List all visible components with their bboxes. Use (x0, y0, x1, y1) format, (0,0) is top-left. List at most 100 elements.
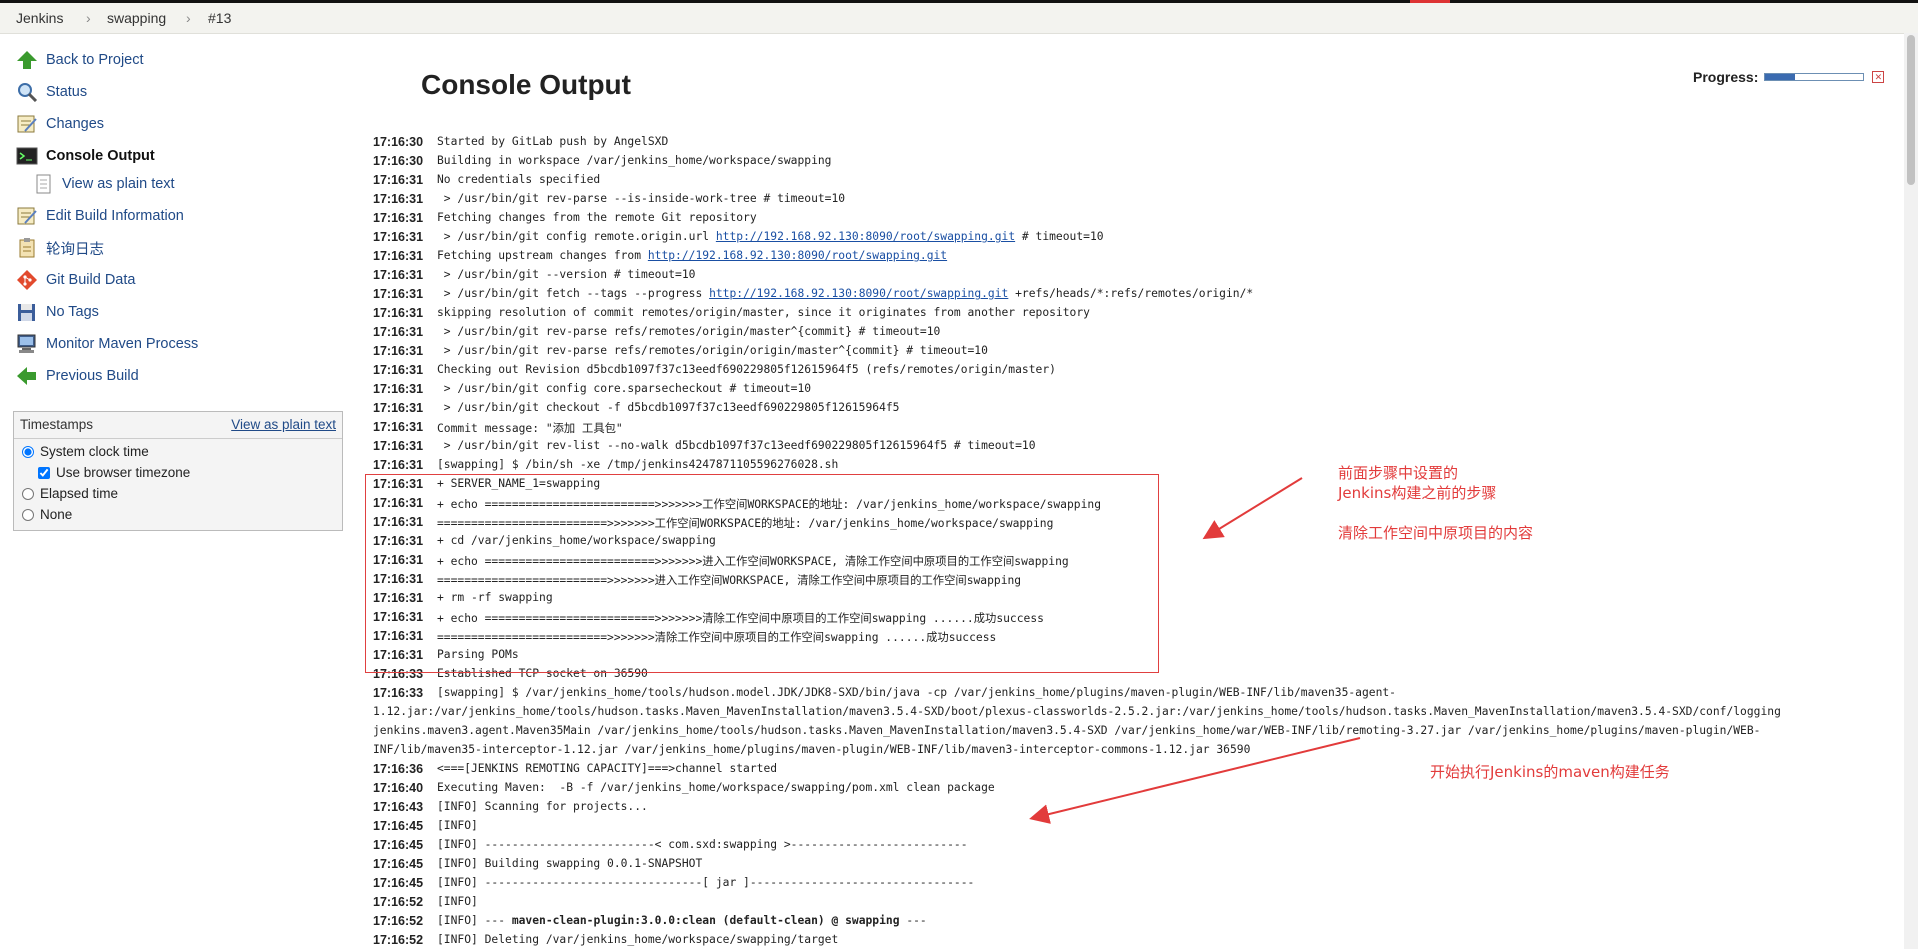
sidebar-item-back-to-project[interactable]: Back to Project (16, 48, 144, 72)
sidebar-item-status[interactable]: Status (16, 80, 87, 104)
sidebar-item-polling-log[interactable]: 轮询日志 (16, 236, 104, 260)
timestamps-option-system-clock[interactable]: System clock time (22, 444, 149, 459)
clipboard-icon (16, 238, 38, 258)
timestamps-title: Timestamps (20, 417, 94, 432)
console-line: 17:16:31 Fetching upstream changes from h… (373, 249, 947, 267)
sidebar-item-label: Back to Project (46, 52, 144, 68)
console-line: 17:16:31 > /usr/bin/git --version # time… (373, 268, 695, 286)
sidebar-item-label: Console Output (46, 148, 155, 164)
console-line: 17:16:31 Commit message: "添加 工具包" (373, 420, 623, 438)
console-text: [INFO] -------------------------< com.sx… (437, 838, 968, 851)
console-text: > /usr/bin/git rev-parse refs/remotes/or… (437, 325, 941, 338)
git-icon (16, 270, 38, 290)
console-line: 17:16:31 > /usr/bin/git rev-list --no-wa… (373, 439, 1036, 457)
timestamps-option-none[interactable]: None (22, 507, 72, 522)
console-text: [INFO] Scanning for projects... (437, 800, 648, 813)
sidebar-item-label: Previous Build (46, 368, 139, 384)
breadcrumb-jenkins[interactable]: Jenkins (16, 10, 63, 26)
console-line-continuation: jenkins.maven3.agent.Maven35Main /var/je… (373, 724, 1761, 737)
console-timestamp: 17:16:45 (373, 838, 424, 852)
console-link[interactable]: http://192.168.92.130:8090/root/swapping… (648, 249, 947, 262)
sidebar-item-monitor-maven-process[interactable]: Monitor Maven Process (16, 332, 198, 356)
breadcrumb-separator: › (186, 10, 191, 26)
breadcrumb-swapping[interactable]: swapping (107, 10, 166, 26)
annotation-maven-build: 开始执行Jenkins的maven构建任务 (1430, 763, 1670, 781)
arrow-to-pre-build (1202, 477, 1303, 540)
notepad-icon (16, 206, 38, 226)
console-timestamp: 17:16:31 (373, 230, 424, 244)
none-radio[interactable] (22, 508, 34, 521)
console-timestamp: 17:16:40 (373, 781, 424, 795)
sidebar-item-label: Status (46, 84, 88, 100)
console-line: 17:16:31 > /usr/bin/git config core.spar… (373, 382, 811, 400)
annotation-line: 清除工作空间中原项目的内容 (1338, 524, 1534, 542)
system-clock-radio[interactable] (22, 445, 34, 458)
console-text: Checking out Revision d5bcdb1097f37c13ee… (437, 363, 1056, 376)
console-timestamp: 17:16:43 (373, 800, 424, 814)
console-timestamp: 17:16:30 (373, 135, 424, 149)
console-timestamp: 17:16:31 (373, 420, 424, 434)
console-timestamp: 17:16:52 (373, 933, 424, 947)
elapsed-time-radio[interactable] (22, 487, 34, 500)
breadcrumb-build[interactable]: #13 (208, 10, 231, 26)
sidebar-item-console-output[interactable]: Console Output (16, 144, 155, 168)
magnifier-icon (16, 82, 38, 103)
console-text-segment: Fetching upstream changes from (437, 249, 648, 262)
console-timestamp: 17:16:33 (373, 686, 424, 700)
browser-timezone-checkbox[interactable] (38, 466, 50, 479)
sidebar-item-git-build-data[interactable]: Git Build Data (16, 268, 135, 292)
stop-build-icon[interactable]: ✕ (1872, 71, 1885, 83)
scrollbar-thumb[interactable] (1907, 35, 1915, 185)
console-timestamp: 17:16:31 (373, 344, 424, 358)
progress-label: Progress: (1693, 69, 1759, 85)
console-link[interactable]: http://192.168.92.130:8090/root/swapping… (716, 230, 1015, 243)
timestamps-plain-text-link[interactable]: View as plain text (231, 417, 336, 432)
console-bold-segment: maven-clean-plugin:3.0.0:clean (default-… (511, 914, 900, 927)
console-text: > /usr/bin/git checkout -f d5bcdb1097f37… (437, 401, 900, 414)
console-line: 17:16:31 Checking out Revision d5bcdb1097… (373, 363, 1056, 381)
console-line: 17:16:31 > /usr/bin/git fetch --tags --p… (373, 287, 1253, 305)
sidebar-item-edit-build-information[interactable]: Edit Build Information (16, 204, 184, 228)
sidebar-item-changes[interactable]: Changes (16, 112, 104, 136)
console-link[interactable]: http://192.168.92.130:8090/root/swapping… (709, 287, 1008, 300)
document-icon (32, 174, 54, 194)
timestamps-option-elapsed-time[interactable]: Elapsed time (22, 486, 118, 501)
sidebar-item-label: Monitor Maven Process (46, 336, 199, 352)
progress-indicator: Progress: ✕ (1693, 69, 1885, 85)
sidebar-item-label: 轮询日志 (46, 241, 104, 258)
console-text-segment: +refs/heads/*:refs/remotes/origin/* (1008, 287, 1254, 300)
save-icon (16, 302, 38, 322)
console-text: > /usr/bin/git --version # timeout=10 (437, 268, 696, 281)
console-timestamp: 17:16:31 (373, 401, 424, 415)
computer-icon (16, 334, 38, 354)
terminal-icon (16, 146, 38, 166)
console-text: [swapping] $ /var/jenkins_home/tools/hud… (437, 686, 1396, 699)
option-label: System clock time (40, 444, 149, 459)
console-timestamp: 17:16:45 (373, 876, 424, 890)
page-scrollbar[interactable] (1904, 33, 1918, 949)
console-line: 17:16:31 > /usr/bin/git rev-parse refs/r… (373, 325, 940, 343)
console-line: 17:16:45 [INFO] -------------------------… (373, 876, 974, 894)
console-text: [INFO] --------------------------------[… (437, 876, 975, 889)
sidebar-item-no-tags[interactable]: No Tags (16, 300, 99, 324)
console-line: 17:16:30 Started by GitLab push by AngelS… (373, 135, 668, 153)
console-line: 17:16:40 Executing Maven: -B -f /var/jenk… (373, 781, 995, 799)
console-text: Fetching changes from the remote Git rep… (437, 211, 757, 224)
console-timestamp: 17:16:31 (373, 287, 424, 301)
console-line: 17:16:36 <===[JENKINS REMOTING CAPACITY]=… (373, 762, 777, 780)
console-text: Commit message: "添加 工具包" (437, 422, 623, 435)
console-line: 17:16:30 Building in workspace /var/jenki… (373, 154, 831, 172)
timestamps-header: Timestamps View as plain text (14, 412, 342, 439)
sidebar-item-view-as-plain-text[interactable]: View as plain text (32, 172, 175, 196)
console-text-segment: --- (899, 914, 927, 927)
console-timestamp: 17:16:31 (373, 306, 424, 320)
sidebar-item-label: Changes (46, 116, 105, 132)
sidebar-item-label: View as plain text (62, 176, 175, 192)
console-timestamp: 17:16:31 (373, 173, 424, 187)
console-line: 17:16:52 [INFO] --- maven-clean-plugin:3.… (373, 914, 927, 932)
console-timestamp: 17:16:52 (373, 895, 424, 909)
console-text: [INFO] (437, 819, 478, 832)
sidebar-item-label: No Tags (46, 304, 99, 320)
sidebar-item-previous-build[interactable]: Previous Build (16, 364, 139, 388)
timestamps-option-browser-timezone[interactable]: Use browser timezone (38, 465, 190, 480)
